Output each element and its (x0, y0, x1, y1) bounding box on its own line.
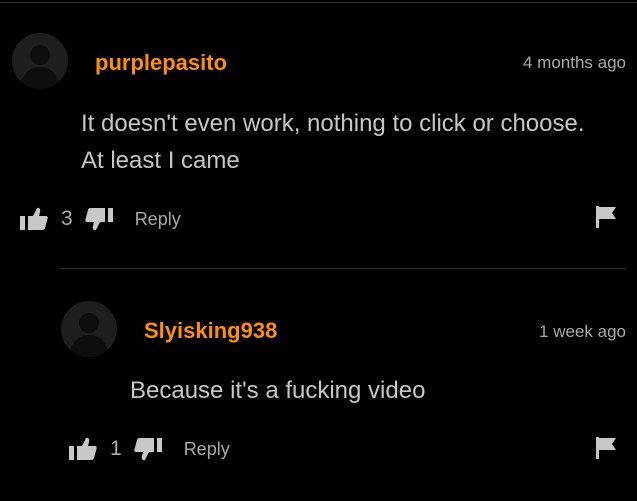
comment-text-line: At least I came (81, 147, 240, 174)
reply-button[interactable]: Reply (135, 209, 181, 230)
timestamp: 4 months ago (522, 53, 626, 72)
like-count: 3 (61, 207, 73, 230)
comment-actions: 1 Reply (69, 434, 230, 464)
thumbs-up-icon[interactable] (20, 207, 48, 231)
thumbs-down-icon[interactable] (134, 437, 162, 461)
comment-text-line: It doesn't even work, nothing to click o… (81, 110, 585, 137)
username[interactable]: purplepasito (95, 50, 227, 76)
reply-divider (60, 268, 626, 269)
like-count: 1 (110, 437, 122, 460)
username[interactable]: Slyisking938 (144, 318, 277, 344)
top-divider (0, 2, 637, 3)
user-silhouette-icon (69, 313, 109, 357)
avatar[interactable] (61, 301, 117, 357)
thumbs-up-icon[interactable] (69, 437, 97, 461)
thumbs-down-icon[interactable] (85, 207, 113, 231)
flag-icon[interactable] (596, 206, 616, 233)
user-silhouette-icon (20, 45, 60, 89)
flag-icon[interactable] (596, 437, 616, 464)
comment-actions: 3 Reply (20, 204, 181, 234)
comment-text-line: Because it's a fucking video (130, 377, 426, 404)
reply-button[interactable]: Reply (184, 439, 230, 460)
avatar[interactable] (12, 33, 68, 89)
timestamp: 1 week ago (539, 322, 626, 341)
